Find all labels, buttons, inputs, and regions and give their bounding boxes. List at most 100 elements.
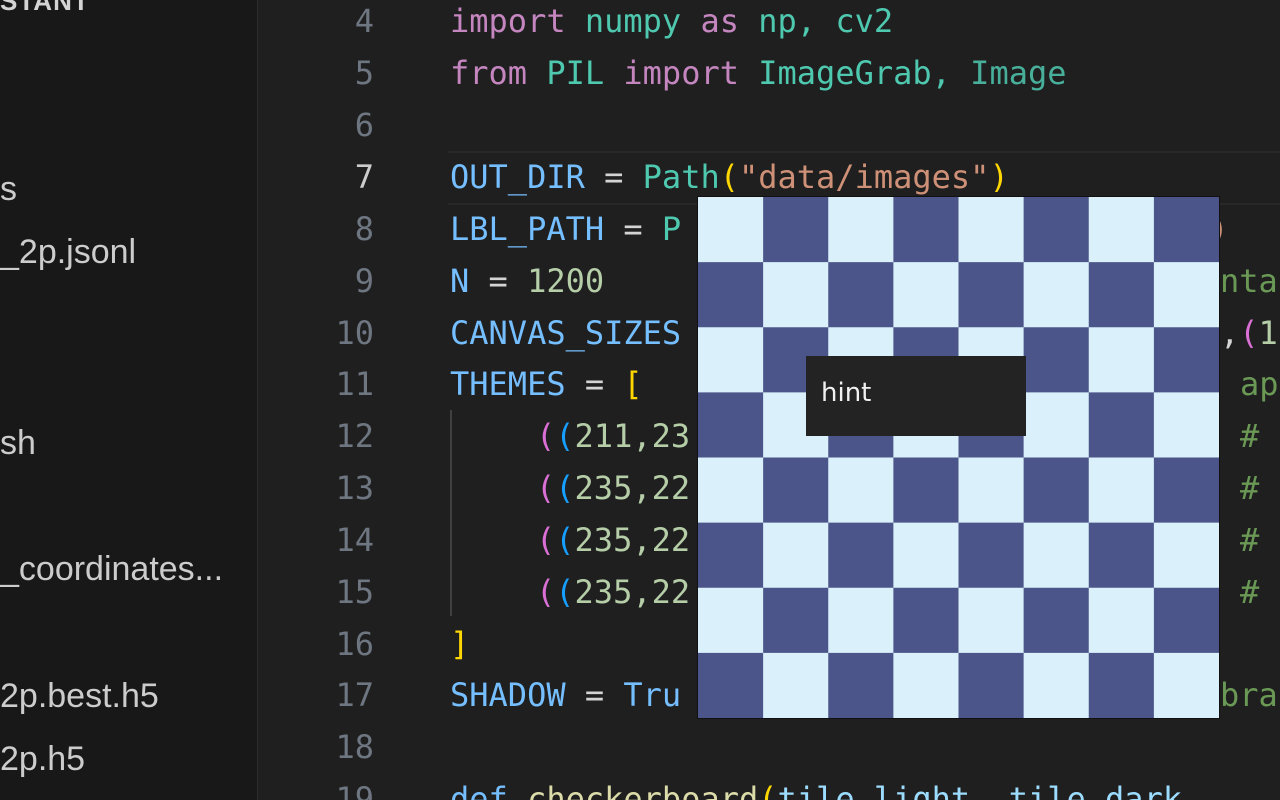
code-token: # <box>1240 469 1260 507</box>
code-line: ((235,22 <box>536 462 690 514</box>
checker-tile-light <box>893 652 960 718</box>
code-token: = <box>565 676 624 714</box>
code-line: from PIL import ImageGrab, Image <box>450 47 1067 99</box>
checker-tile-light <box>763 262 829 328</box>
code-token: ( <box>1239 314 1259 352</box>
checker-tile-dark <box>958 522 1025 589</box>
file-item[interactable]: 2p.best.h5 <box>0 676 257 716</box>
code-token: 235,22 <box>574 573 691 611</box>
checker-tile-dark <box>763 197 829 263</box>
file-item[interactable]: _coordinates... <box>0 549 257 589</box>
code-line: SHADOW = Tru <box>450 669 681 721</box>
code-token: ( <box>536 521 556 559</box>
line-number: 8 <box>354 210 374 248</box>
checker-tile-dark <box>958 262 1025 328</box>
checker-tile-light <box>1153 262 1219 328</box>
line-number: 17 <box>335 676 374 714</box>
code-token: OUT_DIR <box>450 158 585 196</box>
checker-tile-light <box>1088 197 1155 263</box>
checker-tile-dark <box>893 457 960 524</box>
code-line: def checkerboard(tile_light, tile_dark <box>450 773 1182 800</box>
code-token: LBL_PATH <box>450 210 605 248</box>
line-number: 19 <box>335 780 374 800</box>
checker-tile-dark <box>1088 652 1155 718</box>
file-item[interactable]: 2p.h5 <box>0 739 257 779</box>
code-line-fragment: # <box>1240 514 1259 566</box>
checker-tile-dark <box>698 522 764 589</box>
code-line-fragment: # <box>1240 410 1259 462</box>
code-token: [ <box>623 365 643 403</box>
code-token: 1200 <box>527 262 605 300</box>
checker-tile-dark <box>1153 327 1219 393</box>
checkerboard-window[interactable] <box>697 196 1220 719</box>
checker-tile-light <box>1153 392 1219 459</box>
code-token: ( <box>555 469 575 507</box>
code-token: 1 <box>1258 314 1278 352</box>
code-token: SHADOW <box>450 676 566 714</box>
checker-tile-dark <box>1153 197 1219 263</box>
code-line-fragment: nta <box>1220 255 1278 307</box>
code-token: # <box>1240 417 1260 455</box>
checker-tile-light <box>1088 327 1155 393</box>
code-token: ap <box>1240 365 1279 403</box>
code-token: "data/images" <box>738 158 990 196</box>
checker-tile-light <box>1023 652 1090 718</box>
checker-tile-light <box>893 522 960 589</box>
line-number: 10 <box>335 314 374 352</box>
code-token: ( <box>536 573 556 611</box>
code-line-fragment: ,(1 <box>1220 307 1278 359</box>
code-token: nta <box>1220 262 1278 300</box>
line-number: 5 <box>354 54 374 92</box>
code-line-fragment: ap <box>1240 358 1279 410</box>
code-token: def <box>450 780 508 800</box>
checker-tile-dark <box>763 457 829 524</box>
code-line: ((235,22 <box>536 566 690 618</box>
checker-tile-light <box>763 652 829 718</box>
checker-tile-light <box>1153 522 1219 589</box>
checker-tile-dark <box>1023 197 1090 263</box>
checker-tile-dark <box>958 652 1025 718</box>
line-number: 15 <box>335 573 374 611</box>
file-item[interactable]: sh <box>0 423 257 463</box>
line-number: 4 <box>354 2 374 40</box>
checker-tile-dark <box>1088 262 1155 328</box>
code-token: Tru <box>623 676 682 714</box>
checker-tile-dark <box>763 587 829 654</box>
file-item[interactable]: _2p.jsonl <box>0 232 257 272</box>
checker-tile-light <box>1023 262 1090 328</box>
checker-tile-dark <box>893 197 960 263</box>
code-token: ImageGrab, <box>738 54 971 92</box>
code-token: ) <box>989 158 1009 196</box>
sidebar-header: STANT <box>0 0 90 16</box>
checker-tile-dark <box>1088 392 1155 459</box>
checker-tile-light <box>828 197 894 263</box>
checker-tile-light <box>1153 652 1219 718</box>
line-number: 9 <box>354 262 374 300</box>
file-item[interactable]: s <box>0 169 257 209</box>
code-token: from <box>450 54 528 92</box>
file-explorer-sidebar: STANT s _2p.jsonl sh _coordinates... 2p.… <box>0 0 258 800</box>
code-token: ( <box>536 469 556 507</box>
checker-tile-light <box>893 262 960 328</box>
checker-tile-light <box>958 587 1025 654</box>
code-token: , <box>1220 314 1240 352</box>
code-line-fragment: bra <box>1220 669 1278 721</box>
checker-tile-dark <box>828 262 894 328</box>
code-line: CANVAS_SIZES <box>450 307 681 359</box>
line-number: 18 <box>335 728 374 766</box>
line-number: 11 <box>335 365 374 403</box>
hint-label: hint <box>821 378 872 408</box>
code-line-fragment: # <box>1240 566 1259 618</box>
code-token: ( <box>758 780 778 800</box>
code-token: ( <box>719 158 739 196</box>
code-line: ] <box>450 618 469 670</box>
line-number: 16 <box>335 625 374 663</box>
code-token: import <box>450 2 566 40</box>
code-token: = <box>565 365 624 403</box>
code-token: as <box>700 2 739 40</box>
code-token: P <box>661 210 682 248</box>
checker-tile-light <box>1023 392 1090 459</box>
code-token: N <box>450 262 470 300</box>
hint-button[interactable]: hint <box>806 356 1026 436</box>
code-token: Image <box>970 54 1067 92</box>
